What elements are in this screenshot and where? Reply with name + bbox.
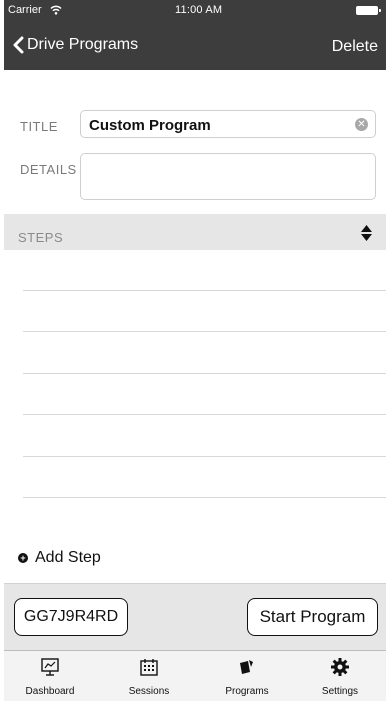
add-step-button[interactable]: + Add Step bbox=[18, 549, 101, 567]
back-button-label: Drive Programs bbox=[27, 36, 139, 53]
tab-sessions-label: Sessions bbox=[128, 686, 170, 697]
carrier-label: Carrier bbox=[8, 4, 42, 16]
step-row[interactable] bbox=[23, 456, 386, 457]
calendar-icon bbox=[140, 659, 158, 676]
step-row[interactable] bbox=[23, 290, 386, 291]
reorder-icon[interactable] bbox=[361, 225, 372, 241]
tab-programs[interactable]: Programs bbox=[201, 651, 293, 701]
steps-label: STEPS bbox=[18, 230, 64, 245]
details-field[interactable] bbox=[80, 153, 376, 200]
dashboard-icon bbox=[41, 658, 59, 676]
details-label: DETAILS bbox=[20, 162, 77, 177]
add-icon: + bbox=[18, 553, 28, 563]
status-bar: Carrier 11:00 AM bbox=[4, 0, 386, 20]
tab-dashboard[interactable]: Dashboard bbox=[4, 651, 96, 701]
step-row[interactable] bbox=[23, 331, 386, 332]
add-step-label: Add Step bbox=[35, 549, 101, 566]
start-program-button[interactable]: Start Program bbox=[247, 598, 378, 636]
tab-settings-label: Settings bbox=[321, 686, 359, 697]
wifi-icon bbox=[50, 5, 62, 15]
tab-dashboard-label: Dashboard bbox=[25, 686, 75, 697]
battery-icon bbox=[356, 6, 381, 15]
title-value: Custom Program bbox=[89, 117, 211, 134]
tab-programs-label: Programs bbox=[225, 686, 269, 697]
top-bar: Carrier 11:00 AM Drive Programs Delete bbox=[4, 0, 386, 70]
title-label: TITLE bbox=[20, 119, 58, 134]
carrier-info: Carrier bbox=[8, 4, 62, 16]
programs-icon bbox=[240, 660, 253, 674]
tab-sessions[interactable]: Sessions bbox=[103, 651, 195, 701]
title-field[interactable]: Custom Program ✕ bbox=[80, 110, 376, 138]
tab-bar: Dashboard Sessions Programs Settings bbox=[4, 651, 386, 701]
action-bar: GG7J9R4RD Start Program bbox=[4, 583, 386, 651]
steps-header: STEPS bbox=[4, 214, 386, 250]
clear-title-button[interactable]: ✕ bbox=[355, 118, 368, 131]
screen: Carrier 11:00 AM Drive Programs Delete T… bbox=[4, 0, 386, 701]
chevron-left-icon bbox=[13, 36, 24, 54]
step-row[interactable] bbox=[23, 373, 386, 374]
tab-settings[interactable]: Settings bbox=[294, 651, 386, 701]
close-icon: ✕ bbox=[357, 119, 366, 130]
gear-icon bbox=[331, 658, 349, 676]
status-time: 11:00 AM bbox=[175, 4, 223, 16]
program-code-button[interactable]: GG7J9R4RD bbox=[14, 598, 128, 636]
step-row[interactable] bbox=[23, 414, 386, 415]
delete-button[interactable]: Delete bbox=[332, 38, 378, 56]
back-button[interactable]: Drive Programs bbox=[12, 36, 138, 54]
step-row[interactable] bbox=[23, 497, 386, 498]
navigation-bar: Drive Programs Delete bbox=[4, 28, 386, 68]
